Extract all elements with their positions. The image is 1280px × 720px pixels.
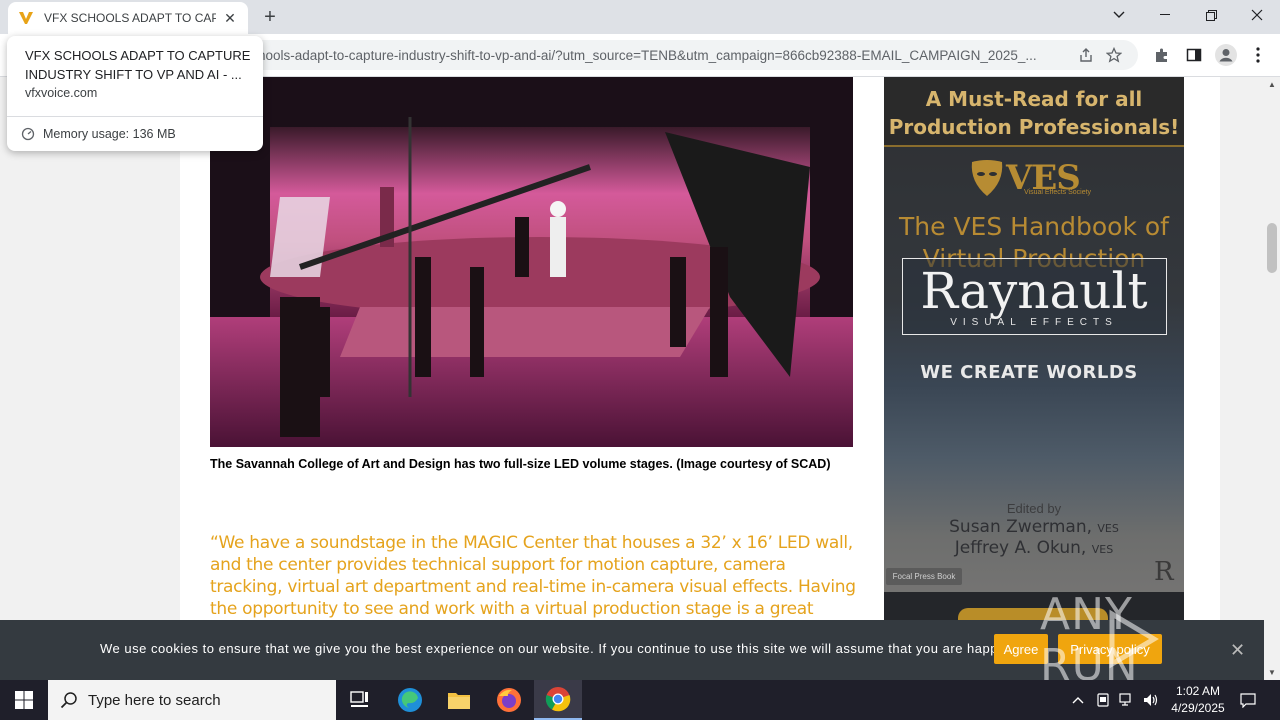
file-explorer-icon[interactable] [435, 680, 483, 720]
ad-header: A Must-Read for all Production Professio… [884, 77, 1184, 147]
ves-mask-icon [971, 160, 1003, 196]
clock-date: 4/29/2025 [1171, 701, 1225, 715]
tab-search-icon[interactable] [1096, 0, 1142, 30]
restore-button[interactable] [1188, 0, 1234, 30]
raynault-subtitle: VISUAL EFFECTS [950, 317, 1118, 328]
watermark-close-icon[interactable]: ✕ [1230, 640, 1245, 661]
chrome-taskbar-icon[interactable] [534, 680, 582, 720]
hover-card-memory: Memory usage: 136 MB [21, 124, 176, 144]
tab-hover-card: VFX SCHOOLS ADAPT TO CAPTURE INDUSTRY SH… [7, 36, 263, 151]
bookmark-star-icon[interactable] [1100, 41, 1128, 69]
hover-card-divider [7, 116, 263, 117]
scroll-thumb[interactable] [1267, 223, 1277, 273]
raynault-logo: Raynault VISUAL EFFECTS [902, 258, 1167, 335]
extensions-puzzle-icon[interactable] [1148, 41, 1176, 69]
url-text[interactable]: hools-adapt-to-capture-industry-shift-to… [258, 48, 1072, 63]
sidebar-ad[interactable]: A Must-Read for all Production Professio… [884, 77, 1184, 637]
taskbar-search[interactable]: Type here to search [48, 680, 336, 720]
image-caption: The Savannah College of Art and Design h… [210, 457, 831, 471]
ves-subtitle: Visual Effects Society [1024, 189, 1092, 196]
ad-tagline: WE CREATE WORLDS [920, 362, 1138, 383]
ad-author-2: Jeffrey A. Okun, VES [884, 538, 1184, 558]
ad-headline: A Must-Read for all Production Professio… [888, 87, 1180, 139]
article-image [210, 77, 853, 447]
profile-avatar-icon[interactable] [1212, 41, 1240, 69]
hover-card-domain: vfxvoice.com [25, 86, 98, 100]
vfxvoice-favicon-icon [18, 10, 34, 26]
system-clock[interactable]: 1:02 AM 4/29/2025 [1160, 683, 1236, 717]
tab-strip: VFX SCHOOLS ADAPT TO CAPTU ✕ + [0, 0, 1280, 34]
ad-author-2-name: Jeffrey A. Okun, [954, 538, 1087, 558]
publisher-logo-icon: R [1154, 557, 1174, 587]
tab-title: VFX SCHOOLS ADAPT TO CAPTU [44, 11, 216, 25]
ad-edited-by: Edited by [1006, 501, 1062, 516]
edge-icon[interactable] [386, 680, 434, 720]
chrome-menu-icon[interactable] [1244, 41, 1272, 69]
clock-time: 1:02 AM [1175, 684, 1221, 698]
tray-device-icon[interactable] [1093, 680, 1113, 720]
tab-close-icon[interactable]: ✕ [222, 10, 238, 26]
notifications-icon[interactable] [1236, 680, 1260, 720]
firefox-icon[interactable] [485, 680, 533, 720]
browser-tab[interactable]: VFX SCHOOLS ADAPT TO CAPTU ✕ [8, 2, 248, 34]
tray-chevron-up-icon[interactable] [1068, 680, 1088, 720]
task-view-icon[interactable] [336, 680, 384, 720]
hover-card-title: VFX SCHOOLS ADAPT TO CAPTURE INDUSTRY SH… [25, 48, 251, 82]
taskbar-search-placeholder: Type here to search [88, 691, 221, 709]
windows-taskbar: Type here to search 1:02 AM 4/29/2025 [0, 680, 1280, 720]
share-icon[interactable] [1072, 41, 1100, 69]
close-window-button[interactable] [1234, 0, 1280, 30]
minimize-button[interactable] [1142, 0, 1188, 30]
ad-author-1-name: Susan Zwerman, [949, 517, 1092, 537]
windows-logo-icon [15, 691, 33, 709]
raynault-wordmark: Raynault [920, 262, 1148, 320]
memory-usage-text: Memory usage: 136 MB [43, 127, 176, 141]
network-icon[interactable] [1116, 680, 1138, 720]
volume-icon[interactable] [1140, 680, 1162, 720]
ad-author-2-suffix: VES [1091, 543, 1114, 556]
ad-author-1: Susan Zwerman, VES [884, 517, 1184, 537]
address-bar[interactable]: hools-adapt-to-capture-industry-shift-to… [246, 40, 1138, 70]
new-tab-button[interactable]: + [258, 5, 282, 29]
cookie-text: We use cookies to ensure that we give yo… [100, 641, 1050, 656]
start-button[interactable] [0, 680, 48, 720]
ad-author-1-suffix: VES [1097, 522, 1119, 535]
memory-gauge-icon [21, 127, 35, 141]
search-icon [60, 692, 77, 709]
ad-publisher-badge: Focal Press Book [886, 568, 962, 585]
side-panel-icon[interactable] [1180, 41, 1208, 69]
anyrun-play-logo-icon [1109, 609, 1159, 669]
scroll-up-arrow-icon[interactable]: ▲ [1267, 79, 1277, 89]
